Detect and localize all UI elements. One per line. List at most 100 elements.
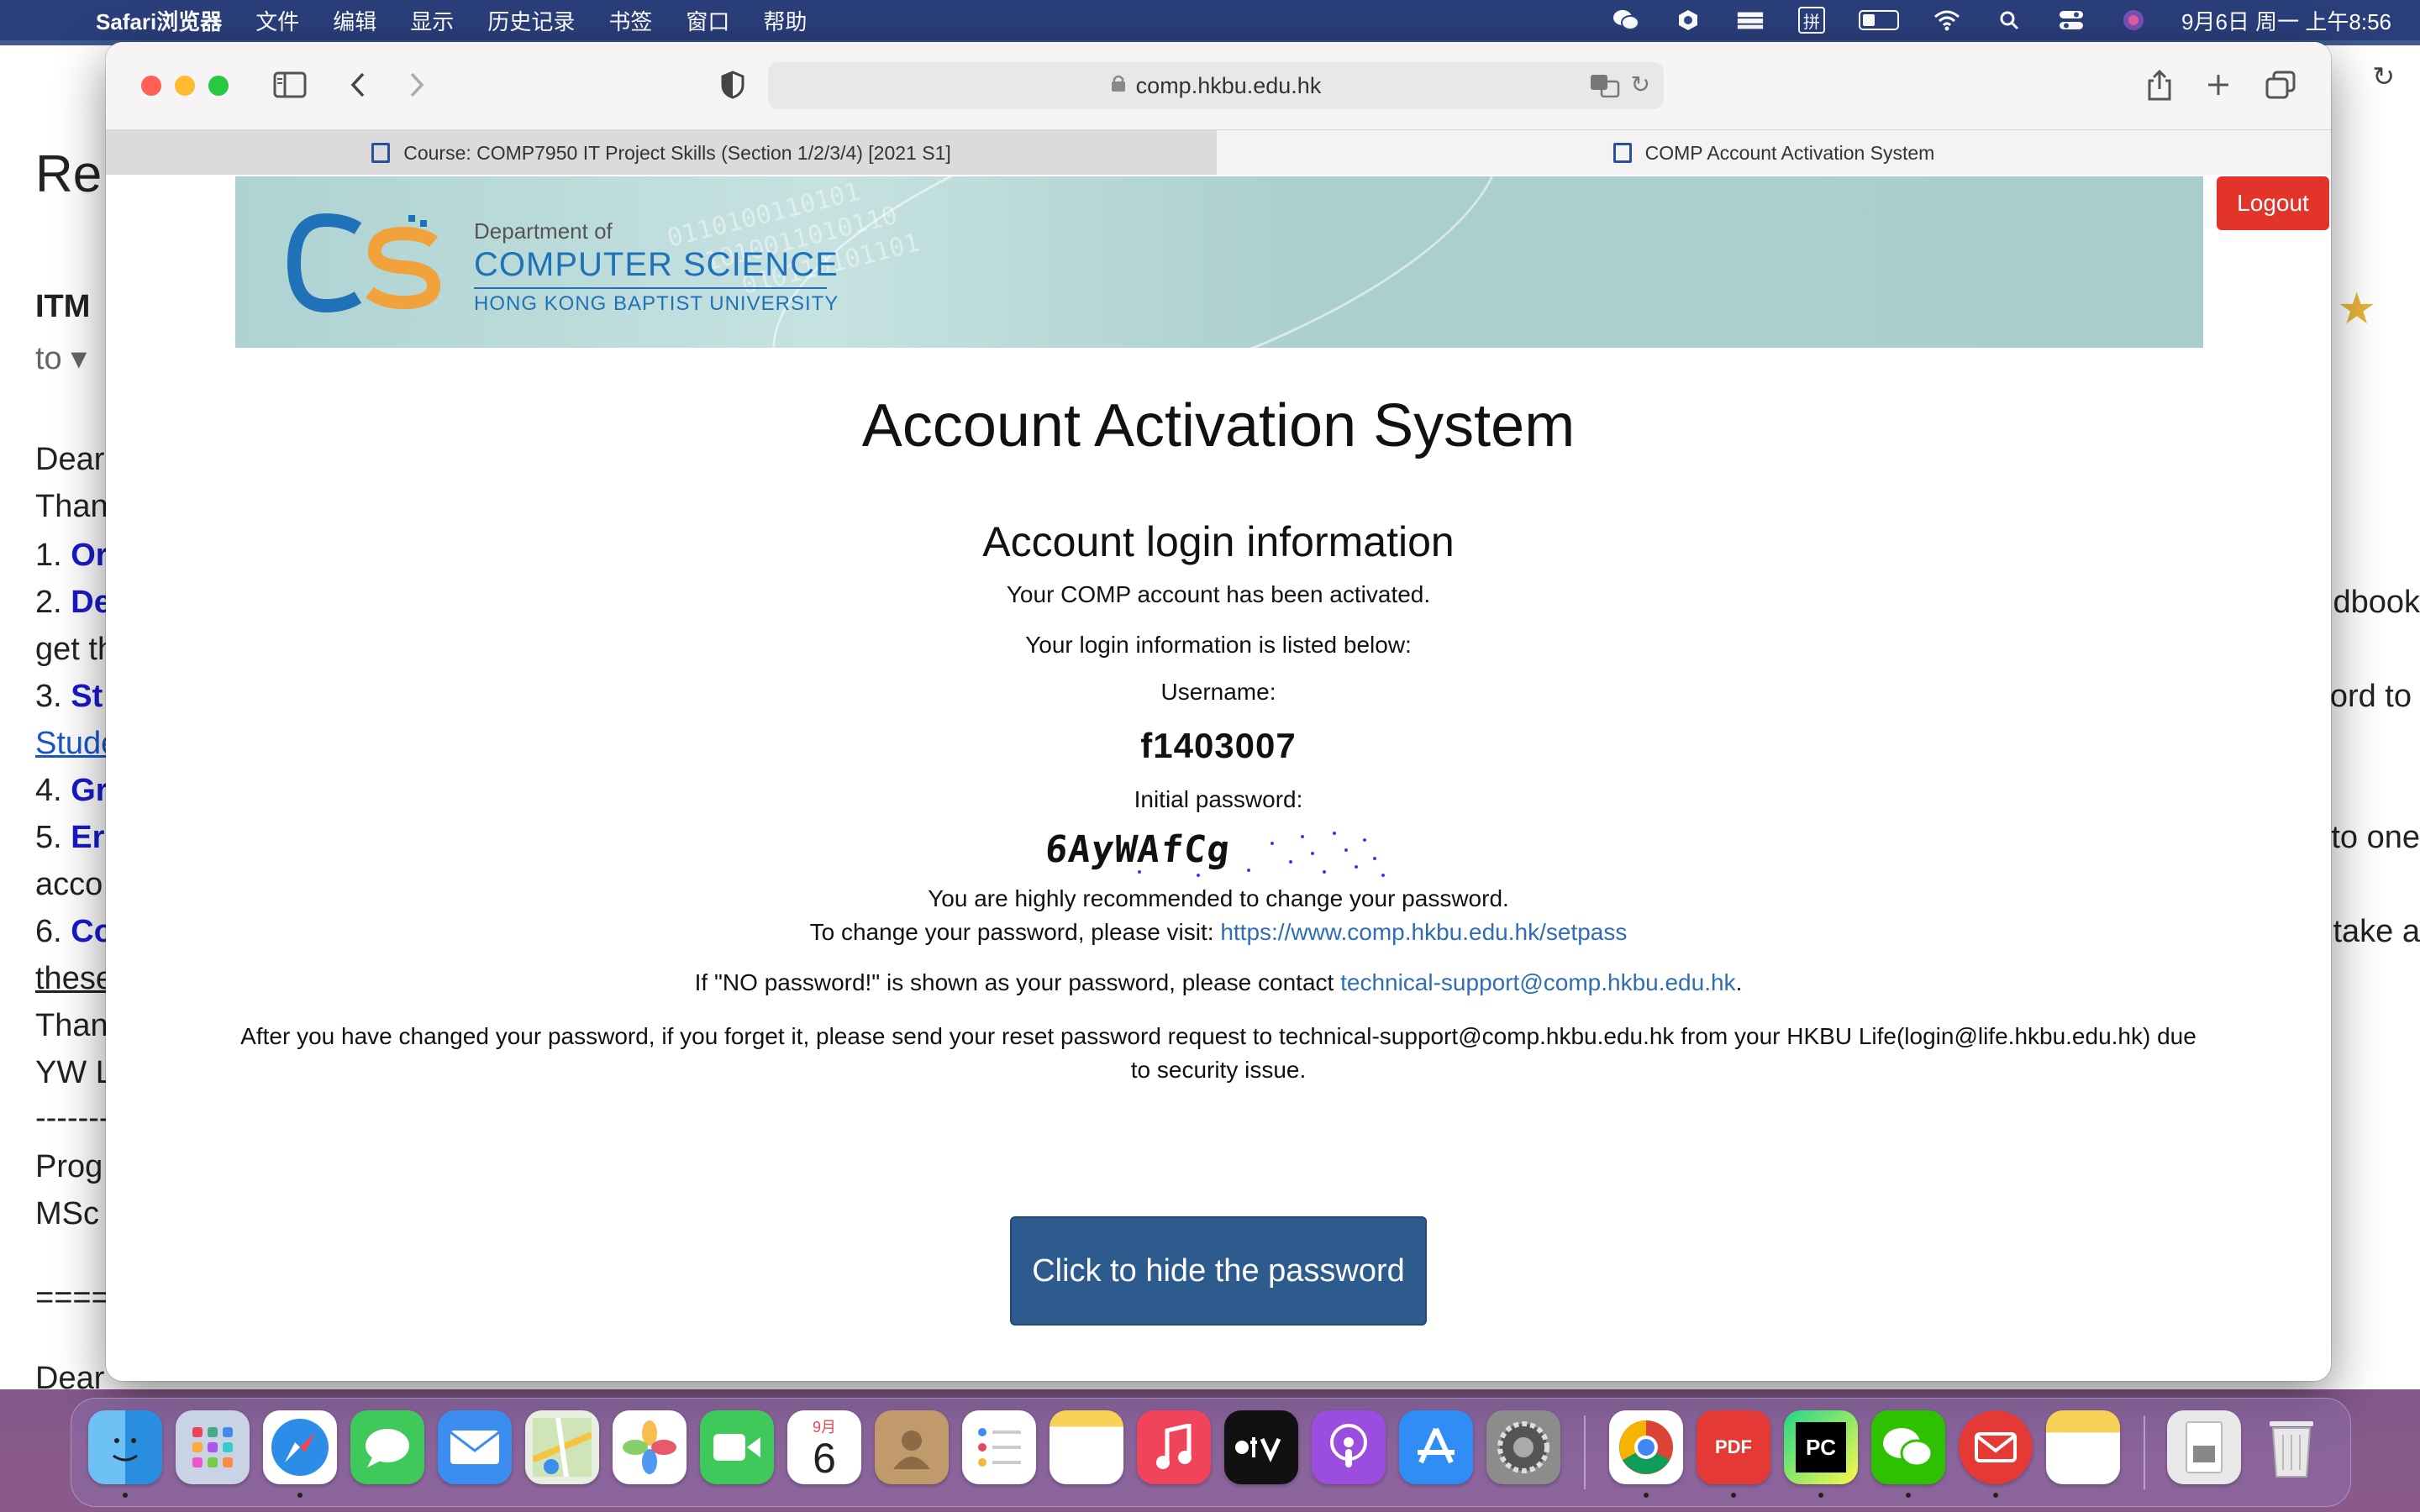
podcasts-icon[interactable] [1312, 1410, 1386, 1484]
wechat-icon[interactable] [1871, 1410, 1945, 1484]
reload-icon[interactable]: ↻ [1631, 71, 1650, 98]
tab-account-activation[interactable]: COMP Account Activation System [1217, 130, 2331, 176]
menu-clock[interactable]: 9月6日 周一 上午8:56 [2181, 5, 2391, 36]
new-tab-icon[interactable] [2202, 64, 2235, 106]
input-method-icon[interactable]: 拼 [1798, 7, 1826, 34]
wifi-icon[interactable] [1933, 8, 1961, 32]
pdf-expert-icon[interactable]: PDF [1697, 1410, 1770, 1484]
running-indicator [1818, 1493, 1823, 1498]
launchpad-icon[interactable] [176, 1410, 250, 1484]
password-value: 6AyWAfCg [1043, 828, 1233, 871]
background-line: YW L [35, 1055, 113, 1090]
pycharm-icon[interactable]: PC [1784, 1410, 1858, 1484]
background-line: 6. Co [35, 914, 113, 949]
shield-tray-icon[interactable] [1674, 8, 1702, 32]
minimize-window-button[interactable] [175, 76, 195, 96]
menu-window[interactable]: 窗口 [686, 5, 729, 36]
translate-icon[interactable] [1590, 74, 1620, 103]
maximize-window-button[interactable] [208, 76, 229, 96]
chrome-icon[interactable] [1609, 1410, 1683, 1484]
background-line: Than [35, 489, 108, 524]
wechat-tray-icon[interactable] [1612, 8, 1640, 32]
running-indicator [1644, 1493, 1649, 1498]
url-text[interactable]: comp.hkbu.edu.hk [1136, 73, 1322, 99]
background-fragment: ord to [2329, 679, 2412, 714]
forward-icon[interactable] [400, 64, 434, 106]
menu-file[interactable]: 文件 [255, 5, 299, 36]
hide-password-button[interactable]: Click to hide the password [1010, 1216, 1427, 1326]
background-line: get th [35, 632, 116, 667]
login-info-message: Your login information is listed below: [1025, 632, 1412, 658]
search-icon[interactable] [1995, 8, 2023, 32]
battery-icon[interactable] [1859, 10, 1900, 30]
setpass-link[interactable]: https://www.comp.hkbu.edu.hk/setpass [1220, 919, 1627, 945]
department-banner: 0110100110101 1010011010110 010110101101… [235, 176, 2203, 348]
close-window-button[interactable] [141, 76, 161, 96]
privacy-shield-icon[interactable] [716, 64, 750, 106]
address-bar[interactable]: comp.hkbu.edu.hk ↻ [768, 62, 1664, 109]
notes-widget-icon[interactable] [2046, 1410, 2120, 1484]
dock-separator [1584, 1415, 1586, 1489]
support-email-link[interactable]: technical-support@comp.hkbu.edu.hk [1340, 969, 1735, 995]
logout-button[interactable]: Logout [2217, 176, 2329, 230]
notes-icon[interactable] [1050, 1410, 1123, 1484]
background-line: Prog [35, 1149, 103, 1184]
stack-tray-icon[interactable] [1736, 8, 1765, 32]
menu-app-name[interactable]: Safari浏览器 [96, 5, 222, 36]
control-center-icon[interactable] [2057, 8, 2086, 32]
contacts-icon[interactable] [875, 1410, 949, 1484]
siri-icon[interactable] [2119, 8, 2148, 32]
recommend-message: You are highly recommended to change you… [928, 885, 1509, 911]
background-line: Than [35, 1008, 108, 1043]
menu-help[interactable]: 帮助 [763, 5, 807, 36]
menu-view[interactable]: 显示 [410, 5, 454, 36]
background-line: 2. De [35, 585, 112, 620]
sidebar-toggle-icon[interactable] [269, 64, 311, 106]
background-line: 4. Gr [35, 773, 108, 808]
menu-history[interactable]: 历史记录 [487, 5, 575, 36]
menu-bar: Safari浏览器 文件 编辑 显示 历史记录 书签 窗口 帮助 拼 9月6日 … [0, 0, 2420, 40]
facetime-icon[interactable] [700, 1410, 774, 1484]
browser-toolbar: comp.hkbu.edu.hk ↻ [106, 42, 2331, 129]
calendar-icon[interactable]: 9月 6 [787, 1410, 861, 1484]
star-icon[interactable]: ★ [2337, 284, 2376, 334]
background-recipient[interactable]: to ▾ [35, 339, 87, 377]
web-page: 0110100110101 1010011010110 010110101101… [106, 175, 2331, 1381]
safari-icon[interactable] [263, 1410, 337, 1484]
messages-icon[interactable] [350, 1410, 424, 1484]
tab-course[interactable]: Course: COMP7950 IT Project Skills (Sect… [106, 130, 1218, 176]
reminders-icon[interactable] [962, 1410, 1036, 1484]
logo-divider [474, 287, 827, 289]
system-preferences-icon[interactable] [1486, 1410, 1560, 1484]
menu-edit[interactable]: 编辑 [333, 5, 376, 36]
tv-icon[interactable] [1224, 1410, 1298, 1484]
share-icon[interactable] [2143, 64, 2176, 106]
background-reload-icon[interactable]: ↻ [2372, 60, 2395, 92]
downloads-stack-icon[interactable] [2167, 1410, 2241, 1484]
background-fragment: to one [2331, 820, 2420, 855]
airmail-icon[interactable] [1959, 1410, 2033, 1484]
app-store-icon[interactable] [1399, 1410, 1473, 1484]
background-line: Dear [35, 1361, 105, 1396]
running-indicator [1731, 1493, 1736, 1498]
music-icon[interactable] [1137, 1410, 1211, 1484]
change-password-message: To change your password, please visit: h… [106, 919, 2331, 946]
finder-icon[interactable] [88, 1410, 162, 1484]
photos-icon[interactable] [613, 1410, 687, 1484]
back-icon[interactable] [341, 64, 375, 106]
background-line[interactable]: these [35, 961, 113, 997]
activated-message: Your COMP account has been activated. [1006, 581, 1431, 607]
background-line: ------- [35, 1100, 110, 1136]
background-subject: Re: [35, 145, 117, 203]
no-password-message: If "NO password!" is shown as your passw… [106, 969, 2331, 996]
tab-title: Course: COMP7950 IT Project Skills (Sect… [403, 141, 951, 164]
running-indicator [123, 1493, 128, 1498]
mail-icon[interactable] [438, 1410, 512, 1484]
change-password-text: To change your password, please visit: [809, 919, 1221, 945]
background-sender: ITM [35, 289, 91, 324]
tab-overview-icon[interactable] [2262, 64, 2299, 106]
cs-logo-icon [287, 213, 441, 312]
trash-icon[interactable] [2254, 1410, 2328, 1484]
menu-bookmarks[interactable]: 书签 [608, 5, 652, 36]
maps-icon[interactable] [525, 1410, 599, 1484]
